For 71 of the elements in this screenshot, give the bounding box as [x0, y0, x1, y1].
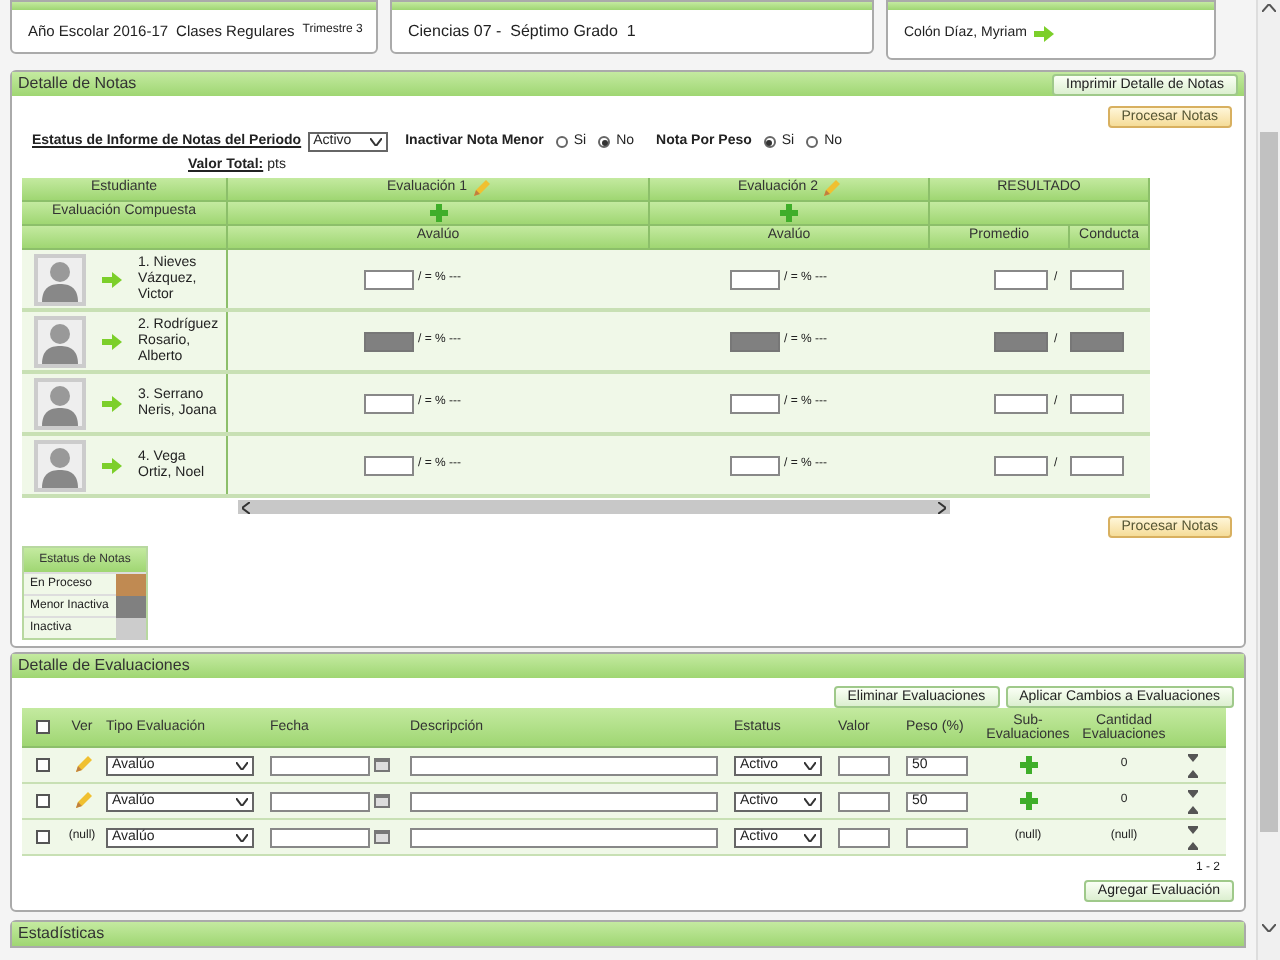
checkbox[interactable] [35, 720, 49, 734]
scroll-down-icon[interactable] [1262, 924, 1276, 932]
pencil-icon[interactable] [73, 792, 91, 810]
reorder-icon[interactable] [1187, 753, 1197, 777]
scrollbar[interactable] [1256, 0, 1280, 960]
dropdown-caret-icon[interactable] [804, 797, 816, 805]
panel-title: Detalle de Evaluaciones [12, 654, 1244, 678]
scroll-right-icon[interactable] [938, 501, 946, 513]
grade-field[interactable] [730, 269, 780, 289]
calendar-icon[interactable] [374, 758, 390, 772]
average-field[interactable] [994, 455, 1048, 475]
panel-title: Estadísticas [12, 922, 1244, 946]
description-field[interactable] [410, 755, 718, 775]
grade-field[interactable] [364, 269, 414, 289]
date-field[interactable] [270, 755, 370, 775]
weight-field[interactable] [906, 827, 968, 847]
arrow-right-icon[interactable] [102, 395, 122, 411]
conduct-field[interactable] [1070, 393, 1124, 413]
plus-icon[interactable] [429, 204, 447, 222]
grade-field[interactable] [364, 331, 414, 351]
radio-button[interactable] [763, 136, 776, 149]
scroll-up-icon[interactable] [1262, 4, 1276, 12]
grade-field[interactable] [364, 455, 414, 475]
calendar-icon[interactable] [374, 794, 390, 808]
arrow-right-icon[interactable] [102, 457, 122, 473]
value-field[interactable] [838, 827, 890, 847]
dropdown-caret-icon[interactable] [236, 761, 248, 769]
plus-icon[interactable] [1019, 756, 1037, 774]
radio-button[interactable] [555, 136, 568, 149]
radio-button[interactable] [806, 136, 819, 149]
dropdown-caret-icon[interactable] [804, 833, 816, 841]
description-field[interactable] [410, 791, 718, 811]
average-field[interactable] [994, 269, 1048, 289]
average-field[interactable] [994, 393, 1048, 413]
value-field[interactable] [838, 791, 890, 811]
plus-icon[interactable] [1019, 792, 1037, 810]
arrow-right-icon[interactable] [102, 333, 122, 349]
conduct-field[interactable] [1070, 269, 1124, 289]
panel-title: Detalle de Notas [18, 72, 137, 96]
value-field[interactable] [838, 755, 890, 775]
pencil-icon[interactable] [822, 180, 841, 198]
checkbox[interactable] [35, 794, 49, 808]
grade-field[interactable] [364, 393, 414, 413]
plus-icon[interactable] [780, 204, 798, 222]
dropdown-caret-icon[interactable] [804, 761, 816, 769]
date-field[interactable] [270, 791, 370, 811]
grade-field[interactable] [730, 393, 780, 413]
arrow-right-icon[interactable] [1034, 26, 1055, 42]
pencil-icon[interactable] [73, 756, 91, 774]
class-name-text: Ciencias 07 - Séptimo Grado 1 [408, 19, 636, 43]
checkbox[interactable] [35, 758, 49, 772]
dropdown-caret-icon[interactable] [369, 138, 382, 147]
reorder-icon[interactable] [1187, 825, 1197, 849]
grade-field[interactable] [730, 455, 780, 475]
description-field[interactable] [410, 827, 718, 847]
scroll-thumb[interactable] [1260, 132, 1278, 832]
pencil-icon[interactable] [471, 180, 490, 198]
checkbox[interactable] [35, 830, 49, 844]
reorder-icon[interactable] [1187, 789, 1197, 813]
grade-field[interactable] [730, 331, 780, 351]
horizontal-scrollbar[interactable] [238, 500, 950, 514]
average-field[interactable] [994, 331, 1048, 351]
conduct-field[interactable] [1070, 331, 1124, 351]
scroll-left-icon[interactable] [242, 501, 250, 513]
radio-button[interactable] [598, 136, 611, 149]
dropdown-caret-icon[interactable] [236, 797, 248, 805]
conduct-field[interactable] [1070, 455, 1124, 475]
arrow-right-icon[interactable] [102, 271, 122, 287]
calendar-icon[interactable] [374, 830, 390, 844]
date-field[interactable] [270, 827, 370, 847]
dropdown-caret-icon[interactable] [236, 833, 248, 841]
